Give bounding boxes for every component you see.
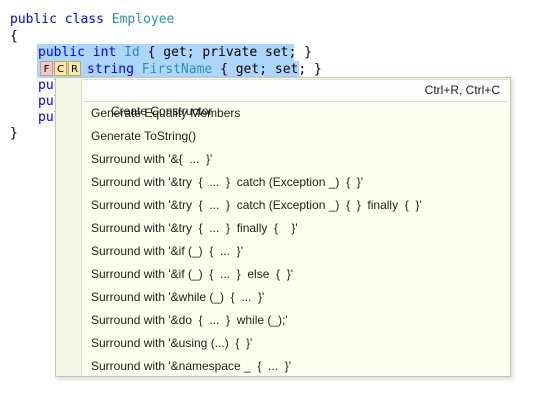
menu-item-label: Surround with '&try { ... } finally { }' <box>91 221 298 235</box>
menu-item-surround-try-catch[interactable]: Surround with '&try { ... } catch (Excep… <box>83 171 508 194</box>
menu-item-label: Generate Equality Members <box>91 106 241 120</box>
brace: } <box>10 126 18 141</box>
menu-item-surround-while[interactable]: Surround with '&while (_) { ... }' <box>83 286 508 309</box>
menu-item-label: Surround with '&using (...) { }' <box>91 336 253 350</box>
property-name: Id <box>124 45 140 60</box>
menu-item-create-constructor[interactable]: Create Constructor Ctrl+R, Ctrl+C <box>83 79 508 118</box>
menu-item-shortcut: Ctrl+R, Ctrl+C <box>424 83 500 97</box>
menu-item-surround-using[interactable]: Surround with '&using (...) { }' <box>83 332 508 355</box>
menu-item-label: Surround with '&{ ... }' <box>91 152 213 166</box>
code-editor[interactable]: public class Employee { public int Id { … <box>0 0 549 411</box>
keyword: public <box>38 45 85 60</box>
smart-tag-badges: F C R <box>40 61 81 76</box>
code-line: { <box>10 29 18 45</box>
badge-r[interactable]: R <box>68 61 81 76</box>
quick-actions-menu: Create Constructor Ctrl+R, Ctrl+C Genera… <box>55 77 511 377</box>
code-line-selected: string FirstName { get; set; } <box>87 62 322 78</box>
badge-c[interactable]: C <box>54 61 67 76</box>
menu-item-label: Surround with '&do { ... } while (_);' <box>91 313 288 327</box>
menu-item-surround-namespace[interactable]: Surround with '&namespace _ { ... }' <box>83 355 508 378</box>
menu-item-surround-try-finally[interactable]: Surround with '&try { ... } finally { }' <box>83 217 508 240</box>
type-keyword: string <box>87 62 134 77</box>
accessor-body: { get; private set; } <box>147 45 312 60</box>
type-keyword: int <box>92 45 117 60</box>
menu-item-surround-if-else[interactable]: Surround with '&if (_) { ... } else { }' <box>83 263 508 286</box>
menu-item-surround-if[interactable]: Surround with '&if (_) { ... }' <box>83 240 508 263</box>
menu-item-surround-braces[interactable]: Surround with '&{ ... }' <box>83 148 508 171</box>
menu-item-label: Surround with '&while (_) { ... }' <box>91 290 265 304</box>
brace: { <box>10 29 18 44</box>
keyword: public <box>10 12 57 27</box>
badge-f[interactable]: F <box>40 61 53 76</box>
menu-icon-gutter <box>56 78 82 376</box>
menu-item-label: Surround with '&try { ... } catch (Excep… <box>91 198 422 212</box>
code-line-selected: public int Id { get; private set; } <box>38 45 312 61</box>
property-name: FirstName <box>141 62 213 77</box>
menu-item-label: Surround with '&if (_) { ... }' <box>91 244 243 258</box>
menu-item-generate-equality-members[interactable]: Generate Equality Members <box>83 102 508 125</box>
menu-item-surround-do-while[interactable]: Surround with '&do { ... } while (_);' <box>83 309 508 332</box>
code-line: } <box>10 126 18 142</box>
menu-item-label: Surround with '&if (_) { ... } else { }' <box>91 267 294 281</box>
menu-item-label: Generate ToString() <box>91 129 197 143</box>
menu-item-surround-try-catch-finally[interactable]: Surround with '&try { ... } catch (Excep… <box>83 194 508 217</box>
menu-item-generate-tostring[interactable]: Generate ToString() <box>83 125 508 148</box>
menu-item-label: Surround with '&try { ... } catch (Excep… <box>91 175 364 189</box>
menu-item-label: Surround with '&namespace _ { ... }' <box>91 359 292 373</box>
accessor-body: { get; set; } <box>220 62 322 77</box>
class-name: Employee <box>111 12 175 27</box>
keyword: class <box>64 12 104 27</box>
code-line: public class Employee <box>10 12 174 28</box>
